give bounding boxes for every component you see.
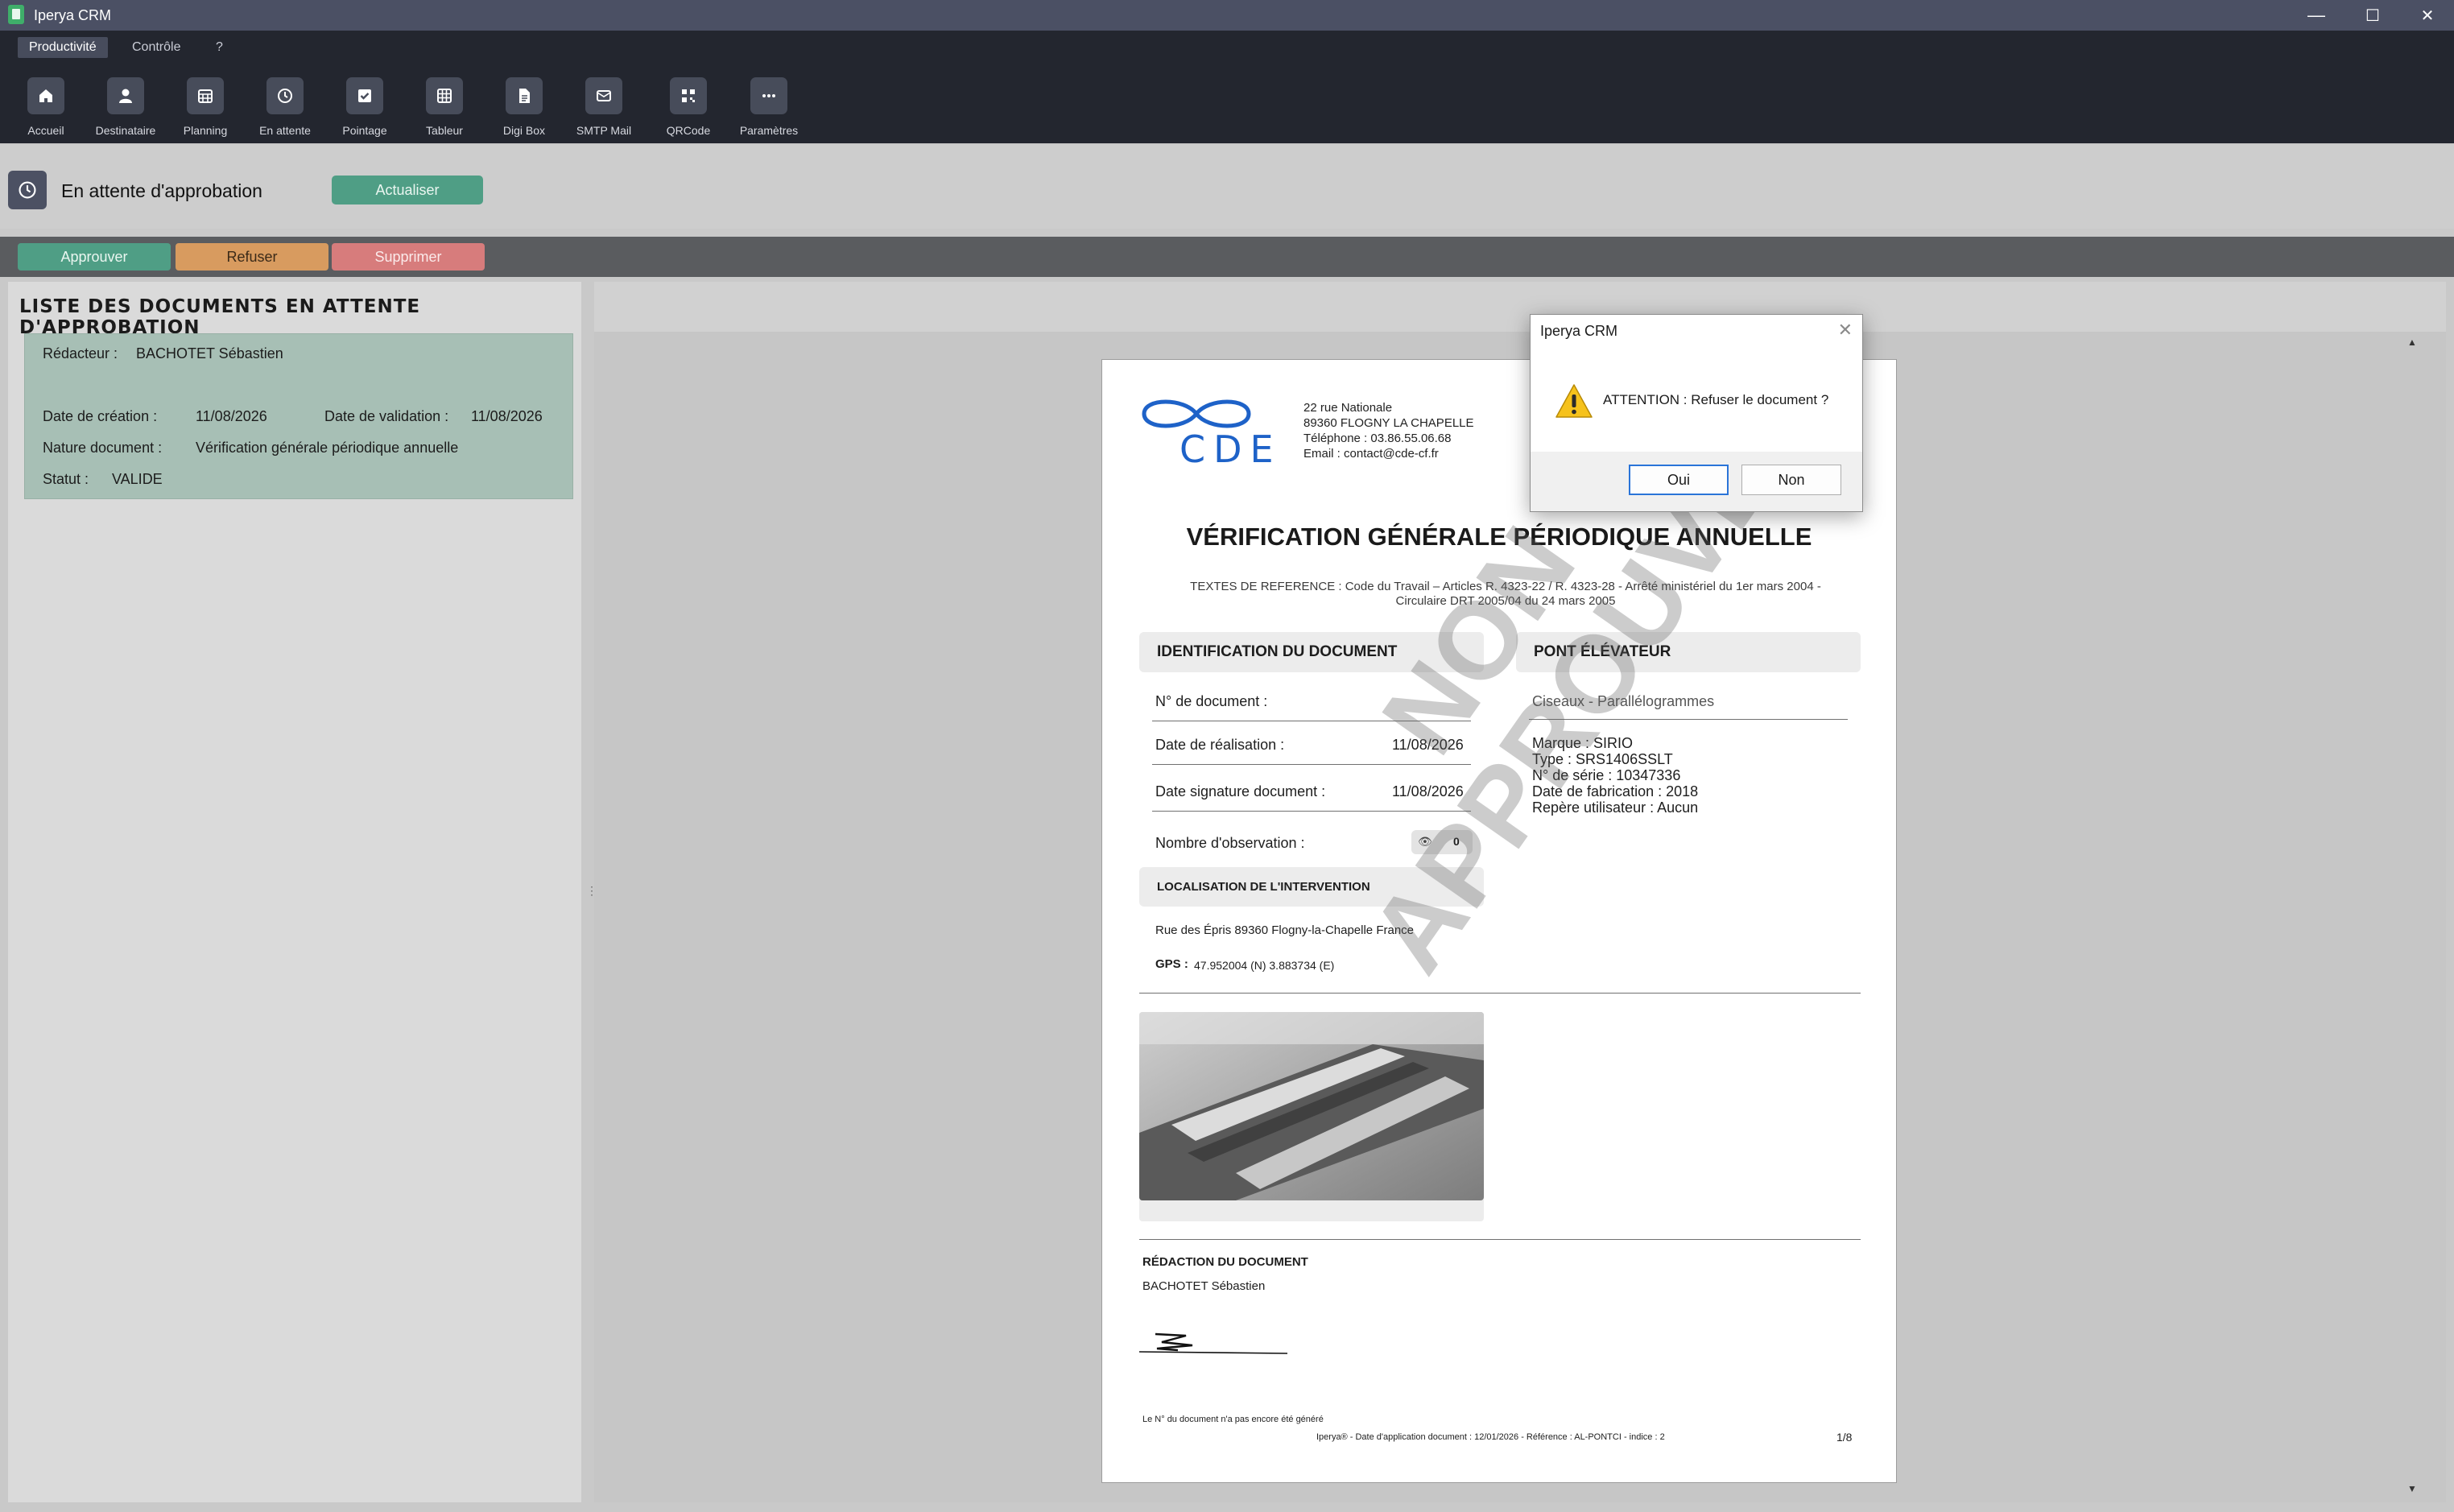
ribbon: Productivité Contrôle ? Accueil Destinat… [0, 31, 2454, 143]
window-title: Iperya CRM [34, 7, 112, 23]
home-icon [27, 77, 64, 114]
clock-icon [8, 171, 47, 209]
author-label: Rédacteur : [43, 345, 118, 361]
doc-number-label: N° de document : [1155, 693, 1268, 709]
nature-label: Nature document : [43, 440, 163, 456]
title-bar: Iperya CRM — ☐ ✕ [0, 0, 2454, 31]
check-icon [346, 77, 383, 114]
splitter-handle[interactable]: ⋮ [586, 884, 597, 898]
validated-label: Date de validation : [324, 408, 449, 424]
calendar-icon [187, 77, 224, 114]
signature [1138, 1326, 1292, 1358]
warning-icon [1555, 382, 1593, 419]
equipment-photo-frame [1139, 1012, 1484, 1221]
created-value: 11/08/2026 [196, 408, 267, 424]
phone-line: Téléphone : 03.86.55.06.68 [1303, 432, 1452, 445]
mail-icon [585, 77, 622, 114]
scroll-down-arrow[interactable]: ▼ [2407, 1483, 2417, 1494]
document-list-panel: LISTE DES DOCUMENTS EN ATTENTE D'APPROBA… [8, 282, 581, 1502]
delete-button[interactable]: Supprimer [332, 243, 485, 271]
dialog-close-button[interactable]: ✕ [1838, 320, 1853, 341]
page-header: En attente d'approbation Actualiser [0, 145, 2454, 229]
section-divider [1139, 1239, 1861, 1240]
company-logo: CDE [1136, 394, 1289, 471]
date-realisation-label: Date de réalisation : [1155, 737, 1285, 753]
document-viewer: ▲ ▼ CDE 22 rue Nationale 89360 FLOGNY LA… [586, 282, 2446, 1502]
menu-tab-productivite[interactable]: Productivité [18, 37, 108, 58]
gps-label: GPS : [1155, 957, 1188, 971]
refresh-button[interactable]: Actualiser [332, 176, 483, 204]
document-icon [506, 77, 543, 114]
list-title: LISTE DES DOCUMENTS EN ATTENTE D'APPROBA… [19, 296, 421, 338]
status-value: VALIDE [112, 471, 163, 487]
page-title: En attente d'approbation [61, 180, 262, 201]
address-line: 89360 FLOGNY LA CHAPELLE [1303, 416, 1474, 430]
email-line: Email : contact@cde-cf.fr [1303, 447, 1439, 461]
maximize-button[interactable]: ☐ [2345, 0, 2401, 31]
viewer-toolbar [594, 282, 2446, 332]
gps-value: 47.952004 (N) 3.883734 (E) [1194, 959, 1335, 972]
ribbon-label: Paramètres [739, 124, 799, 137]
list-item[interactable]: Rédacteur : BACHOTET Sébastien Date de c… [24, 333, 573, 499]
user-icon [107, 77, 144, 114]
menu-tab-controle[interactable]: Contrôle [121, 37, 192, 58]
clock-icon [266, 77, 304, 114]
section-divider [1139, 993, 1861, 994]
ribbon-label: SMTP Mail [576, 124, 632, 137]
footer-info: Iperya® - Date d'application document : … [1316, 1432, 1665, 1442]
footer-note: Le N° du document n'a pas encore été gén… [1142, 1415, 1324, 1424]
scroll-up-arrow[interactable]: ▲ [2407, 337, 2417, 348]
validated-value: 11/08/2026 [471, 408, 543, 424]
no-button[interactable]: Non [1741, 465, 1841, 495]
page-number: 1/8 [1836, 1431, 1853, 1444]
dialog-title: Iperya CRM [1540, 323, 1618, 339]
redaction-heading: RÉDACTION DU DOCUMENT [1142, 1255, 1308, 1269]
refuse-button[interactable]: Refuser [176, 243, 328, 271]
company-address: 22 rue Nationale 89360 FLOGNY LA CHAPELL… [1303, 400, 1474, 461]
equipment-photo [1139, 1012, 1484, 1200]
dialog-message: ATTENTION : Refuser le document ? [1603, 392, 1829, 407]
nature-value: Vérification générale périodique annuell… [196, 440, 459, 456]
redaction-author: BACHOTET Sébastien [1142, 1279, 1266, 1293]
app-icon [8, 5, 24, 24]
author-value: BACHOTET Sébastien [136, 345, 283, 361]
close-button[interactable]: ✕ [2399, 0, 2454, 31]
document-page: CDE 22 rue Nationale 89360 FLOGNY LA CHA… [1101, 359, 1897, 1483]
address-line: 22 rue Nationale [1303, 401, 1393, 415]
status-label: Statut : [43, 471, 89, 487]
menu-tab-help[interactable]: ? [204, 37, 234, 58]
approve-button[interactable]: Approuver [18, 243, 171, 271]
logo-text: CDE [1179, 428, 1282, 471]
yes-button[interactable]: Oui [1629, 465, 1729, 495]
minimize-button[interactable]: — [2288, 0, 2345, 31]
grid-icon [426, 77, 463, 114]
created-label: Date de création : [43, 408, 158, 424]
more-icon [750, 77, 787, 114]
confirm-dialog: Iperya CRM ✕ ATTENTION : Refuser le docu… [1530, 314, 1863, 512]
qrcode-icon [670, 77, 707, 114]
action-bar: Approuver Refuser Supprimer [0, 237, 2454, 277]
